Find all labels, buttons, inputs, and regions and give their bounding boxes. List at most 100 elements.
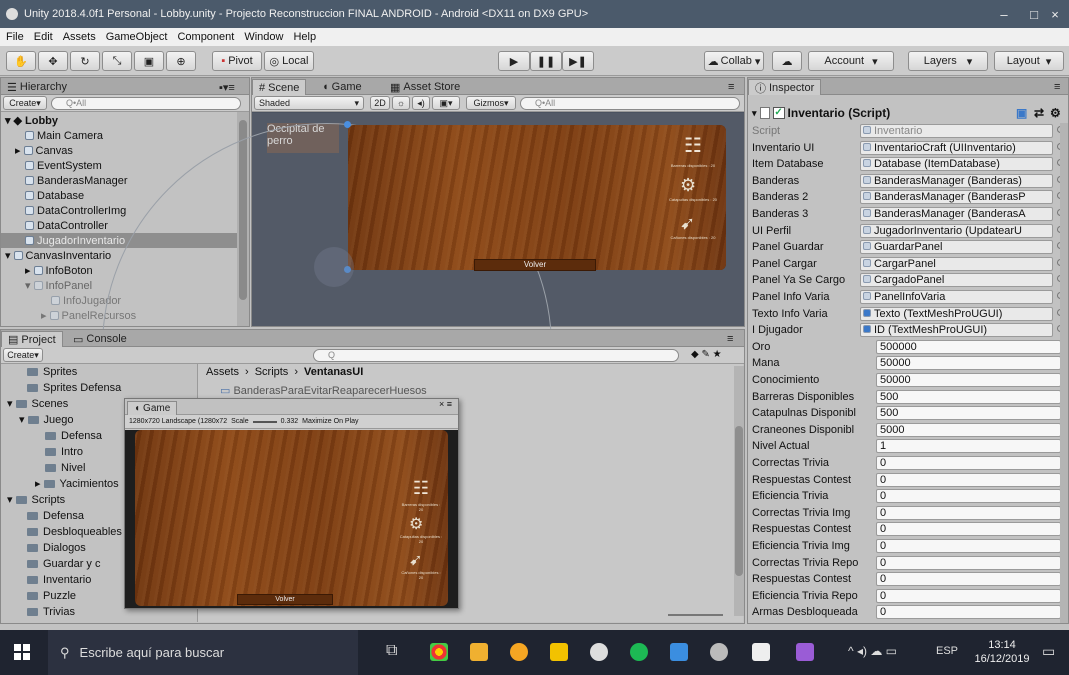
menu-file[interactable]: File — [6, 31, 24, 43]
file-explorer-icon[interactable] — [470, 643, 488, 661]
menu-edit[interactable]: Edit — [34, 31, 53, 43]
hierarchy-item[interactable]: DataController — [25, 218, 108, 233]
value-field[interactable]: 50000 — [876, 356, 1061, 371]
hierarchy-item[interactable]: ▾ CanvasInventario — [5, 248, 111, 263]
panel-menu-icon[interactable]: ≡ — [721, 331, 739, 347]
tab-hierarchy[interactable]: ☰ Hierarchy — [1, 79, 73, 95]
object-field[interactable]: BanderasManager (BanderasA — [860, 207, 1053, 221]
tree-item[interactable]: Defensa — [27, 508, 84, 523]
tree-item[interactable]: Puzzle — [27, 588, 76, 603]
close-icon[interactable]: × ≡ — [439, 399, 452, 409]
tab-asset-store[interactable]: ▦ Asset Store — [384, 79, 466, 95]
gizmos-dropdown[interactable]: Gizmos ▾ — [466, 96, 516, 110]
value-field[interactable]: 500000 — [876, 339, 1061, 354]
start-icon[interactable] — [14, 644, 30, 660]
scrollbar-thumb[interactable] — [735, 426, 743, 576]
scene-root[interactable]: ▾ ◆ Lobby — [5, 113, 58, 128]
value-field[interactable]: 0 — [876, 539, 1061, 553]
hierarchy-item[interactable]: DataControllerImg — [25, 203, 126, 218]
volver-button[interactable]: Volver — [237, 594, 333, 605]
object-field[interactable]: Inventario — [860, 124, 1053, 138]
tree-item[interactable]: ▾ Juego — [19, 412, 74, 427]
tree-item[interactable]: ▾ Scripts — [7, 492, 65, 507]
settings-icon[interactable]: ⇄ — [1034, 106, 1044, 120]
panel-menu-icon[interactable]: ▪▾≡ — [213, 79, 241, 95]
value-field[interactable]: 0 — [876, 572, 1061, 587]
project-create-button[interactable]: Create ▾ — [3, 348, 43, 362]
gear-icon[interactable]: ⚙ — [1050, 106, 1061, 120]
component-header[interactable]: ▾ ✓ Inventario (Script) ▣ ⇄ ⚙ — [752, 104, 1066, 122]
value-field[interactable]: 0 — [876, 522, 1061, 537]
help-icon[interactable]: ▣ — [1016, 106, 1027, 120]
document-icon[interactable] — [670, 643, 688, 661]
inspector-scrollbar[interactable] — [1060, 123, 1068, 623]
hierarchy-item[interactable]: EventSystem — [25, 158, 102, 173]
collab-button[interactable]: ☁ Collab ▾ — [704, 51, 764, 71]
photos-icon[interactable] — [752, 643, 770, 661]
tree-item[interactable]: Defensa — [45, 428, 102, 443]
scene-search-input[interactable]: Q•All — [520, 97, 740, 110]
size-slider[interactable] — [668, 614, 723, 616]
object-field[interactable]: CargadoPanel — [860, 273, 1053, 288]
tab-game-window[interactable]: ◖ Game — [127, 401, 178, 415]
scale-tool-icon[interactable]: ⤡ — [102, 51, 132, 71]
hierarchy-item[interactable]: ▸ InfoBoton — [25, 263, 93, 278]
enabled-checkbox[interactable]: ✓ — [772, 107, 785, 119]
tree-item[interactable]: Sprites — [27, 364, 77, 379]
chrome-icon[interactable] — [430, 643, 448, 661]
panel-menu-icon[interactable]: ≡ — [1048, 79, 1066, 95]
unity-icon[interactable] — [590, 643, 608, 661]
object-field[interactable]: BanderasManager (BanderasP — [860, 190, 1053, 205]
resolution-dropdown[interactable]: 1280x720 Landscape (1280x72 — [129, 418, 227, 425]
play-button[interactable]: ▶ — [498, 51, 530, 71]
value-field[interactable]: 500 — [876, 406, 1061, 421]
audio-icon[interactable]: ◂) — [412, 96, 430, 110]
tab-project[interactable]: ▤ Project — [1, 331, 63, 347]
cloud-icon[interactable]: ☁ — [772, 51, 802, 71]
pause-button[interactable]: ❚❚ — [530, 51, 562, 71]
task-view-icon[interactable]: ⧉ — [386, 642, 397, 660]
rect-tool-icon[interactable]: ▣ — [134, 51, 164, 71]
sticky-notes-icon[interactable] — [550, 643, 568, 661]
tab-console[interactable]: ▭ Console — [67, 331, 133, 347]
hierarchy-item-selected[interactable]: JugadorInventario — [25, 233, 125, 248]
object-field[interactable]: PanelInfoVaria — [860, 290, 1053, 304]
value-field[interactable]: 0 — [876, 605, 1061, 620]
hierarchy-item[interactable]: BanderasManager — [25, 173, 128, 188]
menu-help[interactable]: Help — [293, 31, 316, 43]
value-field[interactable]: 500 — [876, 389, 1061, 404]
value-field[interactable]: 50000 — [876, 373, 1061, 387]
menu-window[interactable]: Window — [244, 31, 283, 43]
object-field[interactable]: Database (ItemDatabase) — [860, 157, 1053, 172]
breadcrumb-item[interactable]: Scripts — [255, 366, 289, 378]
effects-icon[interactable]: ▣▾ — [432, 96, 460, 110]
handle-icon[interactable] — [344, 121, 351, 128]
value-field[interactable]: 0 — [876, 489, 1061, 504]
value-field[interactable]: 0 — [876, 588, 1061, 603]
hierarchy-item[interactable]: ▾ InfoPanel — [25, 278, 92, 293]
volver-button[interactable]: Volver — [474, 259, 596, 271]
tab-game[interactable]: ◖ Game — [316, 79, 368, 95]
hierarchy-item[interactable]: ▸ Canvas — [15, 143, 73, 158]
spotify-icon[interactable] — [630, 643, 648, 661]
local-button[interactable]: ◎ Local — [264, 51, 314, 71]
scale-slider[interactable] — [252, 420, 277, 423]
taskbar-search[interactable]: ⚲ Escribe aquí para buscar — [48, 630, 358, 675]
object-field[interactable]: ID (TextMeshProUGUI) — [860, 323, 1053, 338]
tree-item[interactable]: Desbloqueables — [27, 524, 122, 539]
language-indicator[interactable]: ESP — [936, 645, 958, 657]
tree-item[interactable]: Guardar y c — [27, 556, 100, 571]
hierarchy-item[interactable]: Database — [25, 188, 84, 203]
app-icon-2[interactable] — [710, 643, 728, 661]
project-search-input[interactable]: Q — [313, 349, 679, 362]
project-scrollbar[interactable] — [734, 366, 744, 616]
value-field[interactable]: 0 — [876, 505, 1061, 520]
script-file[interactable]: ▭ BanderasParaEvitarReaparecerHuesos — [220, 384, 427, 397]
tree-item[interactable]: Inventario — [27, 572, 91, 587]
panel-menu-icon[interactable]: ≡ — [722, 79, 740, 95]
hierarchy-create-button[interactable]: Create ▾ — [3, 96, 47, 110]
pivot-button[interactable]: ▪ Pivot — [212, 51, 262, 71]
value-field[interactable]: 0 — [876, 472, 1061, 487]
filter-icons[interactable]: ◆ ✎ ★ — [691, 349, 722, 360]
transform-tool-icon[interactable]: ⊕ — [166, 51, 196, 71]
